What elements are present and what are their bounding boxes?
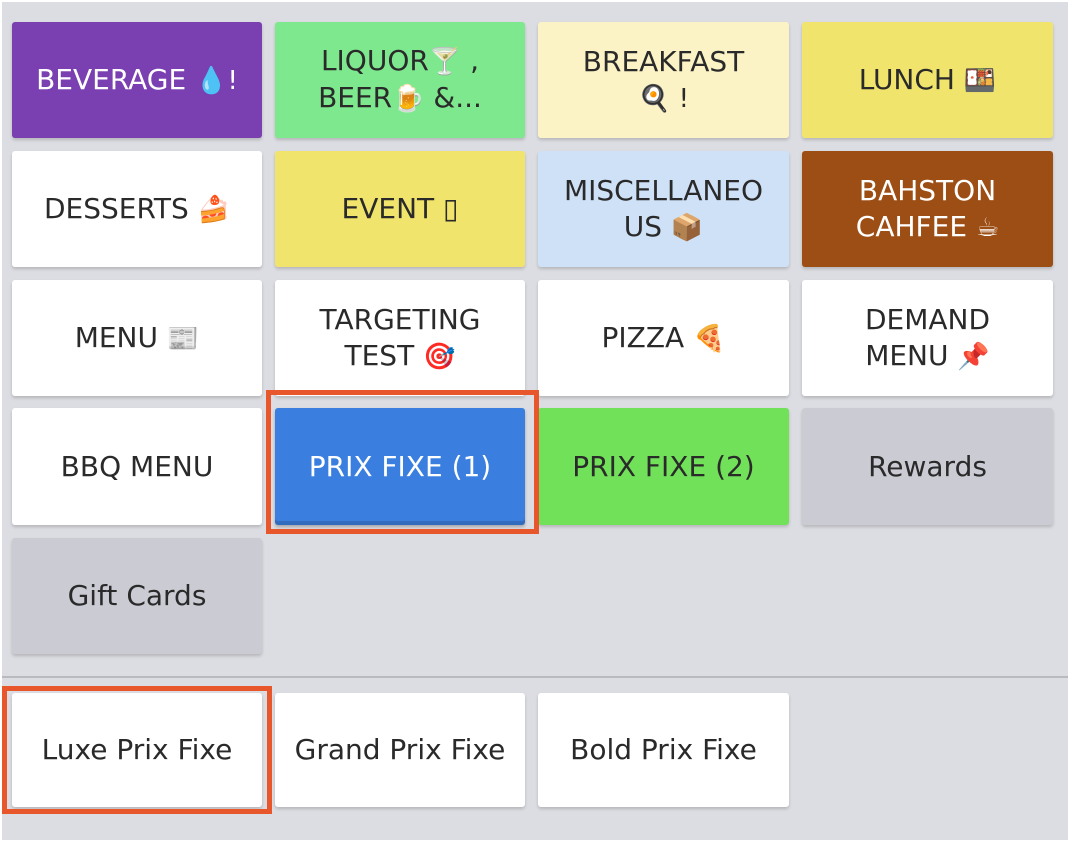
category-breakfast[interactable]: BREAKFAST 🍳 ! bbox=[538, 22, 789, 138]
category-targeting-test[interactable]: TARGETING TEST 🎯 bbox=[275, 280, 525, 396]
category-breakfast-label: BREAKFAST 🍳 ! bbox=[582, 44, 745, 114]
category-beverage[interactable]: BEVERAGE 💧! bbox=[12, 22, 262, 138]
category-demand-menu-label: DEMAND MENU 📌 bbox=[864, 302, 991, 372]
section-divider bbox=[2, 676, 1068, 678]
submenu-luxe-prix-fixe[interactable]: Luxe Prix Fixe bbox=[12, 693, 262, 807]
category-demand-menu[interactable]: DEMAND MENU 📌 bbox=[802, 280, 1053, 396]
submenu-luxe-prix-fixe-label: Luxe Prix Fixe bbox=[41, 733, 233, 766]
submenu-bold-prix-fixe-label: Bold Prix Fixe bbox=[570, 733, 757, 766]
category-gift-cards-label: Gift Cards bbox=[67, 579, 207, 612]
submenu-grand-prix-fixe[interactable]: Grand Prix Fixe bbox=[275, 693, 525, 807]
category-prix-fixe-2[interactable]: PRIX FIXE (2) bbox=[538, 408, 789, 525]
category-beverage-label: BEVERAGE 💧! bbox=[36, 62, 238, 96]
category-menu-label: MENU 📰 bbox=[74, 320, 200, 354]
category-targeting-test-label: TARGETING TEST 🎯 bbox=[319, 302, 481, 372]
category-desserts[interactable]: DESSERTS 🍰 bbox=[12, 151, 262, 267]
category-bahston-cahfee-label: BAHSTON CAHFEE ☕ bbox=[855, 173, 1000, 243]
category-pizza[interactable]: PIZZA 🍕 bbox=[538, 280, 789, 396]
category-liquor-beer-label: LIQUOR🍸 , BEER🍺 &... bbox=[318, 44, 482, 114]
submenu-grand-prix-fixe-label: Grand Prix Fixe bbox=[294, 733, 506, 766]
category-miscellaneous-label: MISCELLANEO US 📦 bbox=[563, 173, 764, 243]
submenu-bold-prix-fixe[interactable]: Bold Prix Fixe bbox=[538, 693, 789, 807]
category-pizza-label: PIZZA 🍕 bbox=[601, 320, 726, 354]
category-menu[interactable]: MENU 📰 bbox=[12, 280, 262, 396]
category-prix-fixe-1-label: PRIX FIXE (1) bbox=[308, 449, 492, 483]
category-lunch[interactable]: LUNCH 🍱 bbox=[802, 22, 1053, 138]
category-prix-fixe-2-label: PRIX FIXE (2) bbox=[572, 449, 755, 483]
category-prix-fixe-1[interactable]: PRIX FIXE (1) bbox=[275, 408, 525, 525]
category-gift-cards[interactable]: Gift Cards bbox=[12, 538, 262, 654]
category-bbq-menu[interactable]: BBQ MENU bbox=[12, 408, 262, 525]
category-event-label: EVENT ▯ bbox=[341, 192, 459, 225]
category-bahston-cahfee[interactable]: BAHSTON CAHFEE ☕ bbox=[802, 151, 1053, 267]
category-miscellaneous[interactable]: MISCELLANEO US 📦 bbox=[538, 151, 789, 267]
category-lunch-label: LUNCH 🍱 bbox=[858, 62, 997, 96]
category-liquor-beer[interactable]: LIQUOR🍸 , BEER🍺 &... bbox=[275, 22, 525, 138]
category-event[interactable]: EVENT ▯ bbox=[275, 151, 525, 267]
category-rewards[interactable]: Rewards bbox=[802, 408, 1053, 525]
category-rewards-label: Rewards bbox=[868, 449, 987, 483]
category-bbq-menu-label: BBQ MENU bbox=[60, 449, 214, 483]
category-desserts-label: DESSERTS 🍰 bbox=[43, 191, 231, 225]
